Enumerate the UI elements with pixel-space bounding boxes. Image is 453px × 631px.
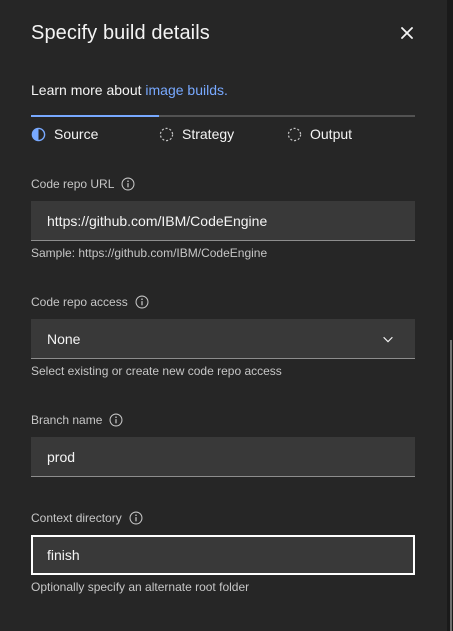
code-repo-url-label: Code repo URL — [31, 177, 135, 191]
code-repo-url-helper: Sample: https://github.com/IBM/CodeEngin… — [31, 246, 268, 260]
step-label: Source — [54, 126, 99, 142]
context-directory-helper: Optionally specify an alternate root fol… — [31, 580, 250, 594]
step-output[interactable]: Output — [287, 125, 352, 143]
progress-track — [31, 115, 415, 117]
dashed-circle-icon — [287, 127, 302, 142]
close-button[interactable] — [398, 26, 416, 44]
info-icon[interactable] — [109, 413, 123, 427]
field-label-text: Code repo access — [31, 295, 128, 309]
step-strategy[interactable]: Strategy — [159, 125, 234, 143]
info-icon[interactable] — [129, 511, 143, 525]
context-directory-label: Context directory — [31, 511, 143, 525]
step-label: Strategy — [182, 126, 235, 142]
learn-more-text: Learn more about image builds. — [31, 82, 228, 98]
code-repo-access-helper: Select existing or create new code repo … — [31, 364, 282, 378]
input-value: https://github.com/IBM/CodeEngine — [47, 212, 268, 229]
field-label-text: Branch name — [31, 413, 103, 427]
step-label: Output — [310, 126, 353, 142]
branch-name-input[interactable]: prod — [31, 437, 415, 477]
code-repo-access-select[interactable]: None — [31, 319, 415, 359]
branch-name-label: Branch name — [31, 413, 123, 427]
select-value: None — [47, 330, 81, 347]
learn-more-prefix: Learn more about — [31, 82, 146, 98]
input-value: finish — [47, 547, 80, 563]
field-label-text: Context directory — [31, 511, 122, 525]
half-circle-progress-icon — [31, 127, 46, 142]
close-icon — [401, 26, 413, 44]
progress-active-segment — [31, 115, 159, 117]
code-repo-url-input[interactable]: https://github.com/IBM/CodeEngine — [31, 201, 415, 241]
dashed-circle-icon — [159, 127, 174, 142]
field-label-text: Code repo URL — [31, 177, 115, 191]
input-value: prod — [47, 448, 76, 465]
panel-title: Specify build details — [31, 22, 210, 44]
build-details-panel: Specify build details Learn more about i… — [0, 0, 447, 631]
code-repo-access-label: Code repo access — [31, 295, 149, 309]
image-builds-link[interactable]: image builds. — [145, 82, 228, 98]
step-source[interactable]: Source — [31, 125, 98, 143]
info-icon[interactable] — [121, 177, 135, 191]
context-directory-input[interactable]: finish — [31, 535, 415, 575]
chevron-down-icon — [381, 332, 395, 346]
scrollbar[interactable] — [450, 340, 452, 631]
info-icon[interactable] — [135, 295, 149, 309]
